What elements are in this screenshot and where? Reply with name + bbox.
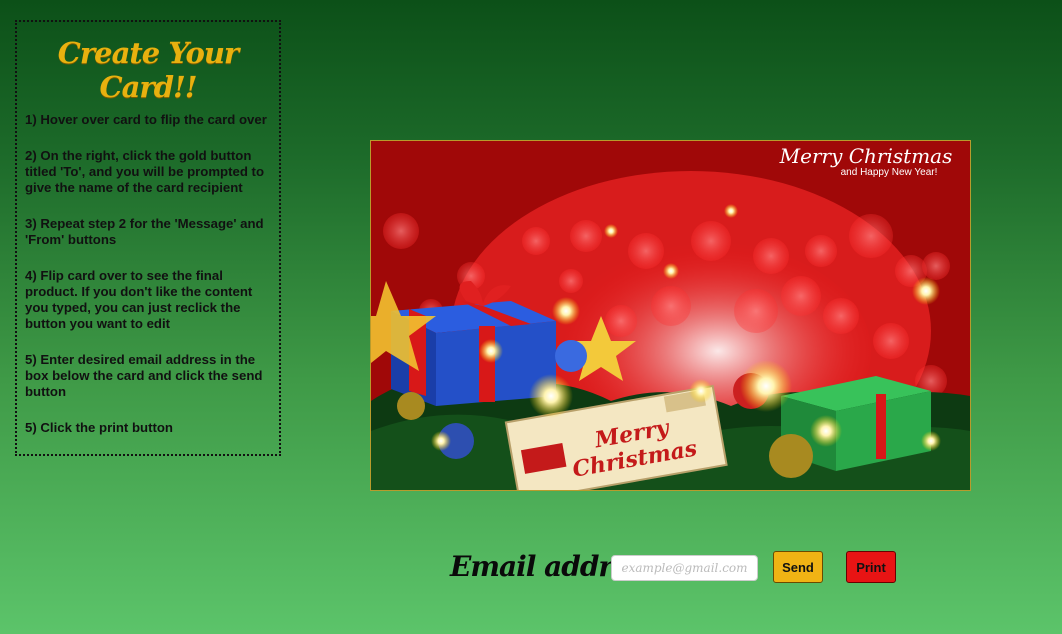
send-button[interactable]: Send xyxy=(773,551,823,583)
instruction-step: 1) Hover over card to flip the card over xyxy=(25,112,267,127)
instruction-step: 5) Click the print button xyxy=(25,420,173,435)
instructions-list: 1) Hover over card to flip the card over… xyxy=(17,112,279,436)
instruction-step: 2) On the right, click the gold button t… xyxy=(25,148,264,195)
christmas-card[interactable]: Merry Christmas Merry Christmas and Happ… xyxy=(370,140,971,491)
card-subgreeting: and Happy New Year! xyxy=(841,167,938,178)
instruction-step: 3) Repeat step 2 for the 'Message' and '… xyxy=(25,216,264,247)
print-button[interactable]: Print xyxy=(846,551,896,583)
instruction-step: 4) Flip card over to see the final produ… xyxy=(25,268,253,331)
instructions-panel: Create Your Card!! 1) Hover over card to… xyxy=(15,20,281,456)
card-greeting: Merry Christmas xyxy=(779,144,953,168)
card-illustration: Merry Christmas Merry Christmas and Happ… xyxy=(371,141,970,490)
instructions-title: Create Your Card!! xyxy=(57,36,239,104)
email-input[interactable] xyxy=(611,555,758,581)
instruction-step: 5) Enter desired email address in the bo… xyxy=(25,352,263,399)
